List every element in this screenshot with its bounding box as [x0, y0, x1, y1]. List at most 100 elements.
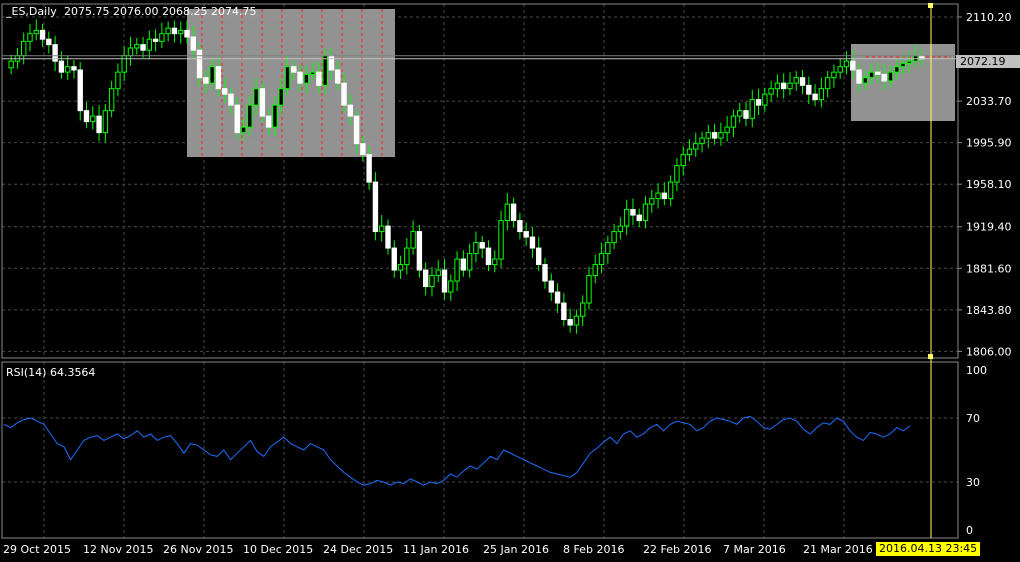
candle-body [623, 209, 630, 227]
candle-body [561, 302, 567, 321]
candle-body [875, 71, 881, 75]
candle-body [309, 71, 316, 75]
candle-body [134, 44, 140, 49]
candle-body [693, 143, 699, 150]
candle-body [360, 143, 366, 156]
crosshair-handle-top [928, 3, 933, 8]
candle-body [291, 66, 297, 73]
time-tick-label: 26 Nov 2015 [163, 543, 233, 556]
candle-body [272, 104, 278, 128]
candle-body [278, 88, 284, 106]
candle-body [611, 231, 617, 244]
candle-body [265, 115, 272, 128]
price-chart[interactable]: 2110.20 2033.70 1995.90 1958.10 1919.40 1881.… [0, 0, 1020, 562]
candle-body [680, 154, 686, 167]
candle-body [768, 88, 774, 95]
candle-body [228, 93, 234, 106]
candle-body [171, 27, 178, 35]
candle-body [240, 126, 247, 134]
price-tick-label: 1995.90 [966, 137, 1012, 150]
candle-body [165, 27, 171, 35]
rsi-panel [3, 415, 911, 486]
candle-body [64, 66, 71, 73]
candle-body [661, 192, 668, 200]
candle-body [812, 93, 818, 101]
candle-body [397, 264, 404, 271]
candle-body [573, 315, 580, 326]
rsi-level-label: 70 [966, 412, 980, 425]
candle-body [90, 115, 96, 123]
price-tick-label: 2033.70 [966, 95, 1012, 108]
crosshair-handle-bottom [928, 354, 933, 359]
rsi-panel-frame [1, 361, 959, 539]
symbol-label: _ES,Daily [6, 5, 57, 18]
candle-body [115, 71, 121, 90]
candle-body [196, 49, 203, 79]
candle-body [906, 60, 912, 64]
time-tick-label: 10 Dec 2015 [243, 543, 313, 556]
candle-body [190, 36, 196, 51]
candle-body [774, 82, 781, 90]
time-tick-label: 29 Oct 2015 [3, 543, 71, 556]
candle-body [831, 71, 837, 79]
candles [8, 19, 925, 334]
ohlc-label: 2075.75 2076.00 2068.25 2074.75 [64, 5, 257, 18]
candle-body [372, 181, 379, 233]
candle-body [303, 73, 310, 84]
candle-body [856, 69, 862, 84]
candle-body [498, 220, 504, 260]
time-tick-label: 12 Nov 2015 [83, 543, 153, 556]
candle-body [127, 47, 134, 57]
time-tick-label: 25 Jan 2016 [483, 543, 549, 556]
candle-body [718, 132, 724, 139]
crosshair-date-badge: 2016.04.13 23:45 [876, 542, 981, 556]
candle-body [542, 264, 548, 282]
candle-body [96, 115, 102, 134]
candle-body [385, 225, 391, 249]
candle-body [780, 82, 787, 90]
candle-body [247, 104, 253, 128]
candle-body [404, 247, 410, 266]
candle-body [410, 231, 416, 249]
candle-body [724, 126, 730, 134]
time-tick-label: 7 Mar 2016 [723, 543, 786, 556]
candle-body [567, 319, 573, 326]
candle-body [894, 66, 900, 73]
candle-body [636, 214, 642, 222]
candle-body [806, 84, 812, 95]
candle-body [868, 71, 875, 79]
candle-body [598, 253, 605, 266]
candle-body [655, 192, 661, 200]
candle-body [605, 242, 611, 255]
candle-body [554, 291, 561, 304]
candle-body [737, 110, 743, 117]
candle-body [755, 99, 762, 106]
candle-body [479, 242, 485, 249]
candle-body [441, 269, 448, 293]
candle-body [203, 77, 209, 84]
price-panel-frame [1, 3, 959, 359]
candle-body [642, 203, 649, 222]
rsi-line [3, 415, 911, 486]
time-tick-label: 21 Mar 2016 [803, 543, 873, 556]
candle-body [504, 203, 511, 222]
candle-body [649, 198, 655, 205]
candle-body [27, 33, 33, 42]
candle-body [523, 231, 529, 238]
candle-body [787, 82, 793, 90]
candle-body [510, 203, 517, 222]
price-tick-label: 1806.00 [966, 345, 1012, 358]
price-tick-label: 2110.20 [966, 11, 1012, 24]
candle-body [322, 55, 328, 86]
candle-body [900, 62, 906, 68]
candle-body [793, 77, 799, 84]
candle-body [108, 88, 115, 112]
candle-body [824, 77, 831, 90]
candle-body [284, 66, 291, 90]
candle-body [862, 77, 869, 84]
candle-body [33, 29, 39, 35]
time-tick-label: 11 Jan 2016 [403, 543, 469, 556]
current-price-badge: 2072.19 [956, 55, 1020, 68]
candle-body [21, 40, 27, 57]
candle-body [799, 77, 806, 86]
